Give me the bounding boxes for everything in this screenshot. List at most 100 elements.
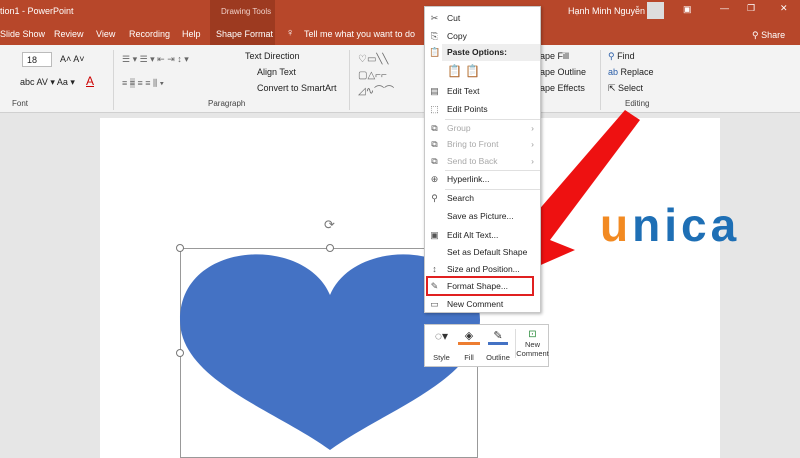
send-back-icon: ⧉ (431, 156, 438, 166)
tab-shape-format[interactable]: Shape Format (216, 29, 273, 39)
close-icon[interactable]: ✕ (780, 3, 788, 14)
share-button[interactable]: ⚲ Share (752, 30, 785, 41)
fill-label: Fill (464, 353, 474, 362)
paste-option-icons[interactable]: 📋 📋 (425, 63, 540, 80)
menu-item-label: Send to Back (447, 156, 498, 166)
bullets-icon[interactable]: ☰ ▾ ☰ ▾ ⇤ ⇥ ↕ ▾ (122, 54, 189, 65)
menu-item-edit-text[interactable]: ▤ Edit Text (425, 83, 540, 100)
mini-toolbar: ◌▾ Style ◈ Fill ✎ Outline ⊡ New Comment (424, 324, 549, 367)
menu-item-label: Save as Picture... (447, 211, 514, 221)
fill-button[interactable]: ◈ Fill (458, 329, 480, 362)
replace-icon: ab (608, 67, 621, 77)
menu-item-label: Edit Points (447, 104, 488, 114)
menu-item-label: Group (447, 123, 471, 133)
align-text-button[interactable]: Align Text (257, 67, 296, 77)
divider (600, 50, 601, 110)
outline-icon: ✎ (488, 329, 508, 345)
menu-item-label: Bring to Front (447, 139, 499, 149)
menu-item-cut[interactable]: ✂ Cut (425, 10, 540, 27)
ribbon (0, 45, 800, 113)
edit-text-icon: ▤ (430, 86, 439, 96)
menu-item-label: Search (447, 193, 474, 203)
select-icon: ⇱ (608, 83, 619, 93)
tab-review[interactable]: Review (54, 29, 84, 39)
context-menu-items: ✂ Cut ⎘ Copy 📋 Paste Options: ▤ Edit Text ⬚ Edit … (425, 7, 540, 312)
ribbon-display-icon[interactable]: ▣ (683, 4, 692, 15)
menu-item-copy[interactable]: ⎘ Copy (425, 28, 540, 45)
replace-button[interactable]: ab Replace (608, 67, 654, 77)
menu-item-hyperlink[interactable]: ⊕ Hyperlink... (425, 171, 540, 188)
menu-divider (445, 189, 540, 190)
svg-text:⟳: ⟳ (324, 217, 335, 232)
submenu-arrow-icon: › (531, 156, 534, 166)
menu-item-send-to-back[interactable]: ⧉ Send to Back › (425, 153, 540, 170)
grow-font-icon[interactable]: A˄ A˅ (60, 54, 85, 64)
submenu-arrow-icon: › (531, 139, 534, 149)
menu-item-label: Cut (447, 13, 461, 23)
user-name[interactable]: Hạnh Minh Nguyễn (568, 6, 645, 16)
menu-item-label: Hyperlink... (447, 174, 490, 184)
select-label: Select (618, 83, 644, 93)
tab-slide-show[interactable]: Slide Show (0, 29, 45, 39)
submenu-arrow-icon: › (531, 123, 534, 133)
shape-fill-button[interactable]: ape Fill (540, 51, 569, 61)
shape-outline-button[interactable]: ape Outline (540, 67, 586, 77)
new-comment-button[interactable]: ⊡ New Comment (515, 329, 549, 358)
select-button[interactable]: ⇱ Select (608, 83, 643, 94)
window-title: tion1 - PowerPoint (0, 6, 74, 16)
menu-item-group[interactable]: ⧉ Group › (425, 120, 540, 137)
font-group-label: Font (12, 99, 29, 108)
font-size-box[interactable]: 18 (22, 52, 52, 67)
menu-item-edit-points[interactable]: ⬚ Edit Points (425, 101, 540, 118)
shape-effects-button[interactable]: ape Effects (540, 83, 585, 93)
format-shape-highlight (426, 276, 534, 296)
menu-item-label: Copy (447, 31, 467, 41)
bring-front-icon: ⧉ (431, 139, 438, 149)
font-size-value: 18 (27, 55, 38, 65)
strike-av-aa[interactable]: abc AV ▾ Aa ▾ (20, 77, 75, 88)
style-button[interactable]: ◌▾ Style (429, 329, 454, 362)
alt-text-icon: ▣ (430, 230, 439, 240)
menu-item-save-as-picture[interactable]: Save as Picture... (425, 208, 540, 225)
find-button[interactable]: ⚲ Find (608, 51, 635, 62)
menu-item-bring-to-front[interactable]: ⧉ Bring to Front › (425, 136, 540, 153)
restore-icon[interactable]: ❐ (747, 3, 755, 14)
style-icon: ◌▾ (434, 329, 449, 343)
share-label: Share (761, 30, 786, 40)
menu-divider (445, 170, 540, 171)
outline-button[interactable]: ✎ Outline (483, 329, 513, 362)
divider (349, 50, 350, 110)
tab-recording[interactable]: Recording (129, 29, 170, 39)
menu-item-label: New Comment (447, 299, 504, 309)
search-icon: ⚲ (431, 193, 438, 203)
tab-view[interactable]: View (96, 29, 115, 39)
comment-icon: ▭ (430, 299, 439, 309)
new-comment-label-2: Comment (516, 349, 549, 358)
tab-help[interactable]: Help (182, 29, 201, 39)
menu-item-set-as-default-shape[interactable]: Set as Default Shape (425, 244, 540, 261)
font-color-icon[interactable]: A (86, 74, 94, 88)
menu-item-label: Edit Alt Text... (447, 230, 499, 240)
edit-points-icon: ⬚ (430, 104, 439, 114)
new-comment-icon: ⊡ (528, 329, 537, 340)
paragraph-group-label: Paragraph (208, 99, 246, 108)
minimize-icon[interactable]: — (720, 3, 729, 13)
menu-divider (445, 119, 540, 120)
replace-label: Replace (620, 67, 654, 77)
menu-item-edit-alt-text[interactable]: ▣ Edit Alt Text... (425, 227, 540, 244)
menu-item-search[interactable]: ⚲ Search (425, 190, 540, 207)
paste-icon: 📋 (429, 47, 441, 57)
menu-item-new-comment[interactable]: ▭ New Comment (425, 296, 540, 313)
text-direction-button[interactable]: Text Direction (245, 51, 300, 61)
new-comment-label-1: New (524, 340, 540, 349)
tell-me-search[interactable]: Tell me what you want to do (304, 29, 415, 39)
align-icons[interactable]: ≡ ≡ ≡ ≡ ⫼ ▾ (122, 78, 164, 89)
share-icon: ⚲ (752, 30, 762, 40)
avatar[interactable] (647, 2, 664, 19)
shapes-gallery[interactable]: ♡▭╲╲ ▢△⌐⌐ ◿∿⌒⌒ (358, 52, 394, 100)
drawing-tools-label: Drawing Tools (221, 7, 272, 16)
convert-smartart-button[interactable]: Convert to SmartArt (257, 83, 337, 93)
fill-icon: ◈ (458, 329, 480, 345)
find-label: Find (617, 51, 635, 61)
copy-icon: ⎘ (430, 31, 439, 41)
